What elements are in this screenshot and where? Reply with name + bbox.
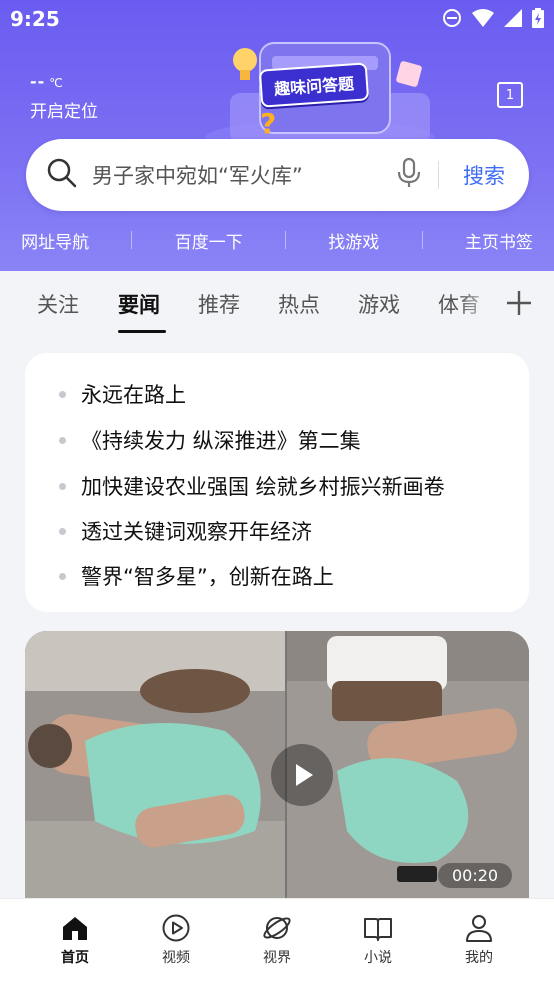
- tab-count-button[interactable]: 1: [497, 82, 523, 108]
- hot-news-title: 警界“智多星”，创新在路上: [81, 565, 334, 589]
- hot-news-item[interactable]: 透过关键词观察开年经济: [59, 516, 312, 546]
- header: 9:25 -- ℃ 开启定位 ? 趣味问答题 1 男子家中宛如“军火库” 搜索 …: [0, 0, 554, 271]
- video-thumbnail-left: [25, 631, 285, 901]
- status-bar: 9:25: [0, 0, 554, 38]
- book-icon: [343, 913, 413, 943]
- tab-label: 首页: [61, 950, 89, 966]
- search-bar[interactable]: 男子家中宛如“军火库” 搜索: [26, 139, 529, 211]
- hot-news-item[interactable]: 永远在路上: [59, 379, 186, 409]
- tab-fade: [458, 279, 498, 329]
- bullet: [59, 482, 66, 490]
- dnd-icon: [442, 8, 462, 32]
- battery-icon: [532, 8, 544, 32]
- tab-trending[interactable]: 热点: [278, 289, 320, 319]
- user-icon: [444, 913, 514, 943]
- quick-nav-url-guide[interactable]: 网址导航: [21, 228, 89, 253]
- hot-news-item[interactable]: 加快建设农业强国 绘就乡村振兴新画卷: [59, 471, 445, 501]
- bullet: [59, 527, 66, 535]
- search-icon: [26, 157, 78, 193]
- tab-video[interactable]: 视频: [141, 913, 211, 967]
- tab-label: 我的: [465, 950, 493, 966]
- home-icon: [40, 913, 110, 943]
- bullet: [59, 572, 66, 580]
- svg-text:?: ?: [260, 107, 276, 140]
- tab-home[interactable]: 首页: [40, 913, 110, 967]
- quick-nav-divider: [284, 231, 286, 249]
- play-circle-icon: [141, 913, 211, 943]
- weather-widget[interactable]: -- ℃ 开启定位: [30, 72, 98, 122]
- quick-nav-divider: [131, 231, 133, 249]
- quick-nav-games[interactable]: 找游戏: [328, 228, 379, 253]
- hot-news-card: 永远在路上 《持续发力 纵深推进》第二集 加快建设农业强国 绘就乡村振兴新画卷 …: [25, 353, 529, 612]
- tab-novel[interactable]: 小说: [343, 913, 413, 967]
- bullet: [59, 390, 66, 398]
- tab-label: 视界: [263, 950, 291, 966]
- quiz-banner-label: 趣味问答题: [258, 62, 370, 108]
- wifi-icon: [472, 9, 494, 31]
- quick-nav: 网址导航 百度一下 找游戏 主页书签: [0, 226, 554, 254]
- microphone-icon[interactable]: [394, 157, 438, 193]
- tab-discover[interactable]: 视界: [242, 913, 312, 967]
- tab-label: 视频: [162, 950, 190, 966]
- hot-news-item[interactable]: 警界“智多星”，创新在路上: [59, 561, 334, 591]
- quick-nav-baidu[interactable]: 百度一下: [175, 228, 243, 253]
- tab-recommend[interactable]: 推荐: [198, 289, 240, 319]
- bullet: [59, 436, 66, 444]
- hot-news-title: 《持续发力 纵深推进》第二集: [81, 429, 361, 453]
- tab-headlines[interactable]: 要闻: [118, 289, 160, 319]
- bottom-tab-bar: 首页 视频 视界 小说 我的: [0, 898, 554, 986]
- search-divider: [438, 161, 439, 189]
- video-duration: 00:20: [438, 863, 513, 888]
- add-channel-icon[interactable]: [506, 290, 532, 316]
- tab-follow[interactable]: 关注: [37, 289, 79, 319]
- search-input[interactable]: 男子家中宛如“军火库”: [92, 160, 394, 190]
- quick-nav-bookmarks[interactable]: 主页书签: [465, 228, 533, 253]
- planet-icon: [242, 913, 312, 943]
- video-card[interactable]: 00:20: [25, 631, 529, 901]
- play-icon[interactable]: [271, 744, 333, 806]
- status-icons: [442, 8, 544, 32]
- channel-tabs: 关注 要闻 推荐 热点 游戏 体育: [0, 271, 554, 337]
- search-button[interactable]: 搜索: [463, 160, 505, 190]
- tab-mine[interactable]: 我的: [444, 913, 514, 967]
- signal-icon: [504, 9, 522, 31]
- active-tab-indicator: [118, 330, 166, 333]
- tab-games[interactable]: 游戏: [358, 289, 400, 319]
- location-prompt[interactable]: 开启定位: [30, 97, 98, 122]
- hot-news-title: 透过关键词观察开年经济: [81, 520, 312, 544]
- hot-news-title: 永远在路上: [81, 383, 186, 407]
- hot-news-title: 加快建设农业强国 绘就乡村振兴新画卷: [81, 475, 445, 499]
- hot-news-item[interactable]: 《持续发力 纵深推进》第二集: [59, 425, 361, 455]
- status-time: 9:25: [10, 7, 60, 31]
- weather-temp: --: [30, 72, 46, 91]
- quick-nav-divider: [421, 231, 423, 249]
- tab-label: 小说: [364, 950, 392, 966]
- weather-unit: ℃: [49, 76, 63, 90]
